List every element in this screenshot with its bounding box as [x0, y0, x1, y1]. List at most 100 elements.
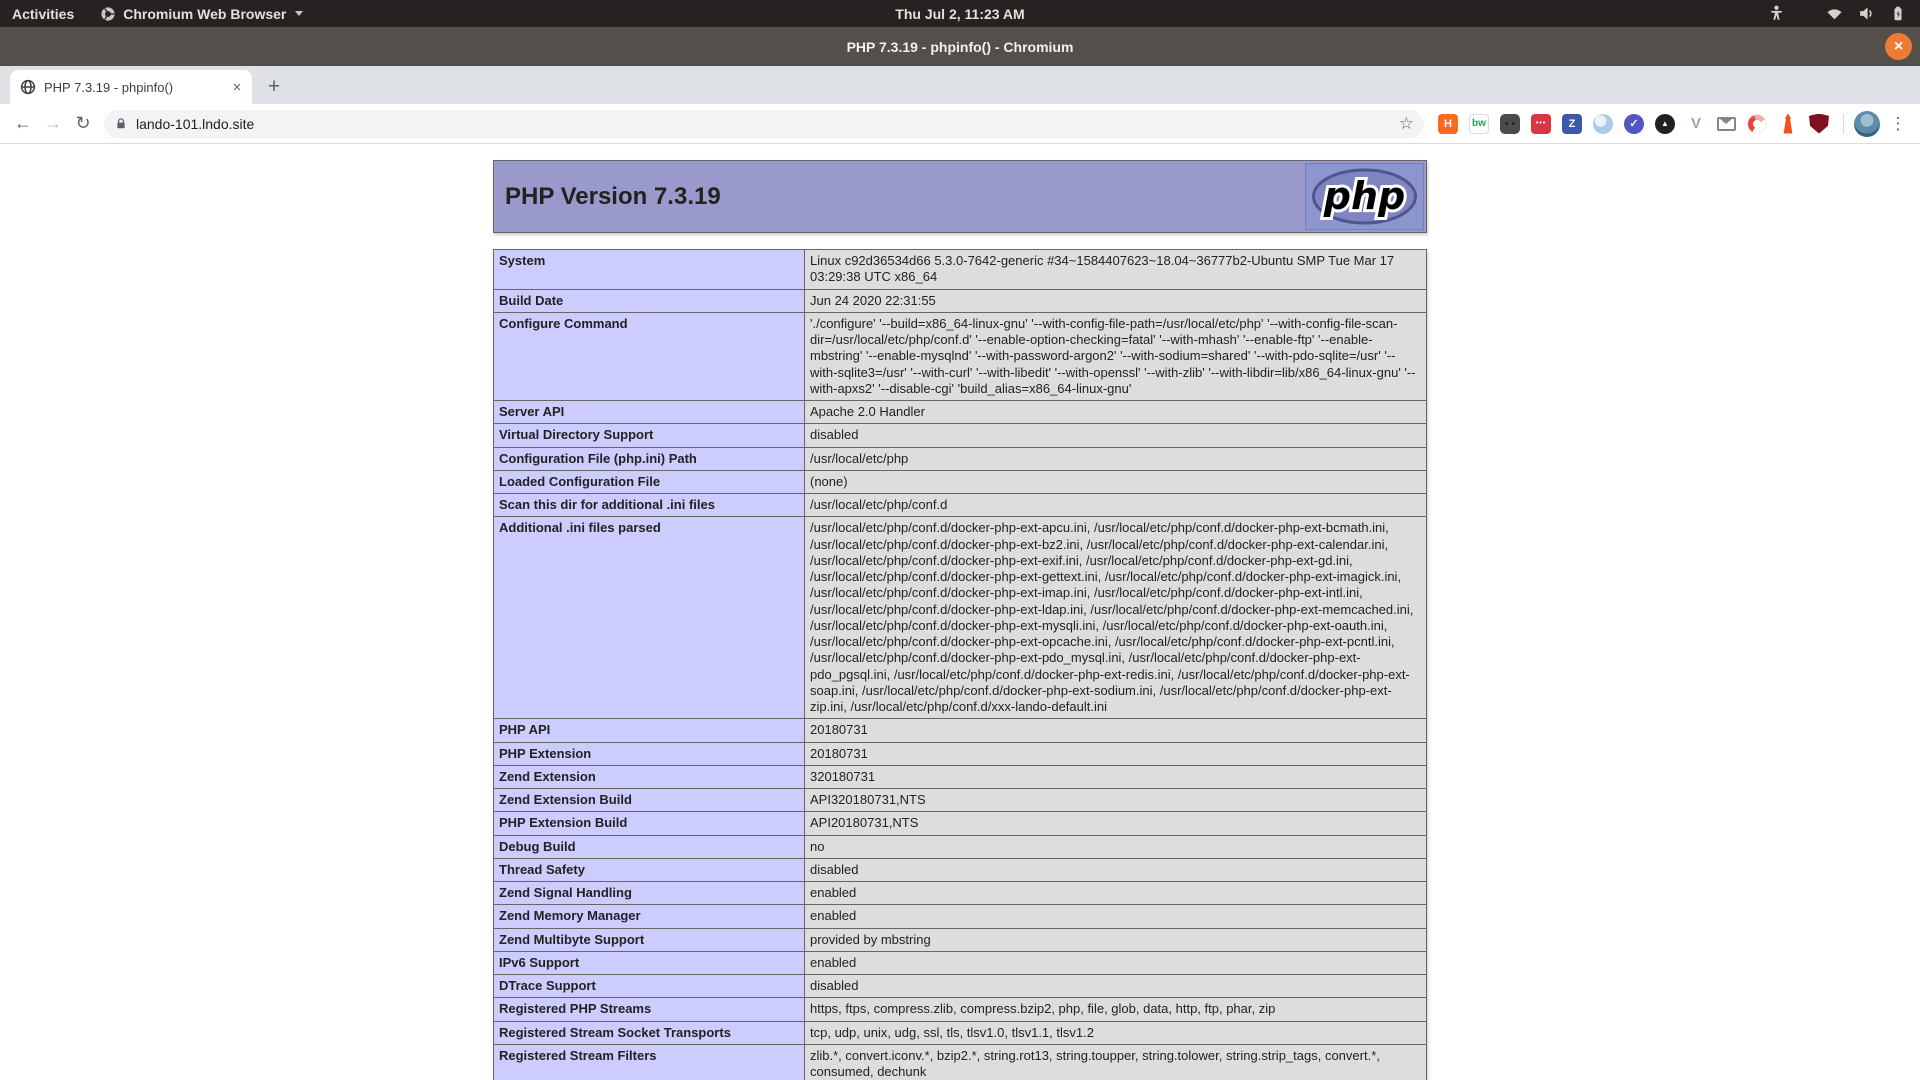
info-row-value: enabled [805, 882, 1427, 905]
info-row-value: /usr/local/etc/php/conf.d [805, 494, 1427, 517]
info-row-value: https, ftps, compress.zlib, compress.bzi… [805, 998, 1427, 1021]
table-row: Server API Apache 2.0 Handler [494, 401, 1427, 424]
info-row-value: /usr/local/etc/php/conf.d/docker-php-ext… [805, 517, 1427, 719]
info-row-label: Build Date [494, 289, 805, 312]
info-row-value: (none) [805, 470, 1427, 493]
info-row-value: Apache 2.0 Handler [805, 401, 1427, 424]
info-row-label: Registered PHP Streams [494, 998, 805, 1021]
info-row-label: Server API [494, 401, 805, 424]
profile-avatar[interactable] [1854, 111, 1880, 137]
lock-icon[interactable] [114, 116, 128, 131]
extensions-row: Hbw ••• Z ✓ ▲ V [1430, 114, 1837, 134]
accessibility-icon[interactable] [1768, 5, 1785, 22]
table-row: Registered PHP Streams https, ftps, comp… [494, 998, 1427, 1021]
php-logo: php [1305, 163, 1424, 230]
reload-button[interactable]: ↻ [68, 109, 98, 139]
tab-phpinfo[interactable]: PHP 7.3.19 - phpinfo() × [10, 70, 252, 104]
info-row-value: Jun 24 2020 22:31:55 [805, 289, 1427, 312]
info-row-value: /usr/local/etc/php [805, 447, 1427, 470]
extension-h-orange-icon[interactable]: H [1438, 114, 1458, 134]
chromium-logo-icon [100, 6, 116, 22]
info-row-label: Virtual Directory Support [494, 424, 805, 447]
window-titlebar[interactable]: PHP 7.3.19 - phpinfo() - Chromium × [0, 27, 1920, 66]
tab-strip: PHP 7.3.19 - phpinfo() × + [0, 66, 1920, 104]
info-row-label: Debug Build [494, 835, 805, 858]
info-row-value: disabled [805, 975, 1427, 998]
table-row: Virtual Directory Support disabled [494, 424, 1427, 447]
info-row-label: Scan this dir for additional .ini files [494, 494, 805, 517]
toolbar-divider [1843, 114, 1844, 134]
activities-button[interactable]: Activities [12, 6, 74, 22]
extension-purple-check-icon[interactable]: ✓ [1624, 114, 1644, 134]
volume-icon[interactable] [1858, 5, 1875, 22]
back-button[interactable]: ← [8, 109, 38, 139]
table-row: Scan this dir for additional .ini files … [494, 494, 1427, 517]
info-row-value: provided by mbstring [805, 928, 1427, 951]
forward-button[interactable]: → [38, 109, 68, 139]
clock-button[interactable]: Thu Jul 2, 11:23 AM [895, 6, 1024, 22]
table-row: Zend Multibyte Support provided by mbstr… [494, 928, 1427, 951]
address-bar[interactable]: lando-101.lndo.site ☆ [104, 110, 1424, 138]
info-row-value: 320180731 [805, 765, 1427, 788]
url-text[interactable]: lando-101.lndo.site [136, 116, 1391, 132]
extension-blue-z-icon[interactable]: Z [1562, 114, 1582, 134]
app-menu-button[interactable]: Chromium Web Browser [100, 6, 303, 22]
extension-lighthouse-icon[interactable] [1778, 114, 1798, 134]
table-row: Zend Memory Manager enabled [494, 905, 1427, 928]
table-row: Debug Build no [494, 835, 1427, 858]
info-row-label: Configuration File (php.ini) Path [494, 447, 805, 470]
extension-bw-green-icon[interactable]: bw [1469, 114, 1489, 134]
info-row-value: API20180731,NTS [805, 812, 1427, 835]
info-row-label: Loaded Configuration File [494, 470, 805, 493]
extension-blue-swirl-icon[interactable] [1593, 114, 1613, 134]
info-row-value: no [805, 835, 1427, 858]
globe-favicon-icon [20, 79, 36, 95]
info-row-label: Additional .ini files parsed [494, 517, 805, 719]
table-row: Thread Safety disabled [494, 858, 1427, 881]
table-row: Additional .ini files parsed /usr/local/… [494, 517, 1427, 719]
info-row-label: Zend Signal Handling [494, 882, 805, 905]
info-row-value: 20180731 [805, 742, 1427, 765]
info-row-value: zlib.*, convert.iconv.*, bzip2.*, string… [805, 1044, 1427, 1080]
php-info-table-body: System Linux c92d36534d66 5.3.0-7642-gen… [494, 250, 1427, 1080]
tab-close-button[interactable]: × [228, 78, 246, 96]
info-row-value: Linux c92d36534d66 5.3.0-7642-generic #3… [805, 250, 1427, 290]
info-row-label: Thread Safety [494, 858, 805, 881]
page-viewport[interactable]: PHP Version 7.3.19 php System Linux c92d… [0, 144, 1920, 1080]
info-row-value: enabled [805, 905, 1427, 928]
extension-shield-icon[interactable] [1809, 114, 1829, 134]
battery-icon[interactable] [1890, 5, 1906, 22]
info-row-label: System [494, 250, 805, 290]
info-row-label: Zend Extension Build [494, 789, 805, 812]
phpinfo-content: PHP Version 7.3.19 php System Linux c92d… [493, 160, 1427, 1080]
php-logo-text: php [1323, 174, 1405, 218]
browser-menu-button[interactable]: ⋮ [1884, 114, 1912, 134]
info-row-label: Zend Extension [494, 765, 805, 788]
table-row: Zend Signal Handling enabled [494, 882, 1427, 905]
wifi-icon[interactable] [1826, 5, 1843, 22]
activities-label: Activities [12, 6, 74, 22]
table-row: Build Date Jun 24 2020 22:31:55 [494, 289, 1427, 312]
info-row-value: 20180731 [805, 719, 1427, 742]
gnome-top-panel: Activities Chromium Web Browser Thu Jul … [0, 0, 1920, 27]
extension-mail-icon[interactable] [1717, 117, 1736, 131]
extension-dark-bug-icon[interactable] [1500, 114, 1520, 134]
info-row-label: Zend Multibyte Support [494, 928, 805, 951]
table-row: PHP Extension 20180731 [494, 742, 1427, 765]
extension-red-swirl-icon[interactable] [1747, 114, 1767, 134]
app-menu-label: Chromium Web Browser [123, 6, 286, 22]
extension-gray-v-icon[interactable]: V [1686, 114, 1706, 134]
chevron-down-icon [295, 11, 303, 16]
info-row-label: Zend Memory Manager [494, 905, 805, 928]
new-tab-button[interactable]: + [260, 73, 288, 101]
table-row: System Linux c92d36534d66 5.3.0-7642-gen… [494, 250, 1427, 290]
extension-red-dots-icon[interactable]: ••• [1531, 114, 1551, 134]
window-close-button[interactable]: × [1885, 33, 1912, 60]
tab-title: PHP 7.3.19 - phpinfo() [44, 80, 220, 95]
bookmark-star-icon[interactable]: ☆ [1399, 115, 1414, 132]
table-row: Loaded Configuration File (none) [494, 470, 1427, 493]
extension-black-flame-icon[interactable]: ▲ [1655, 114, 1675, 134]
table-row: Zend Extension 320180731 [494, 765, 1427, 788]
info-row-label: IPv6 Support [494, 951, 805, 974]
info-row-label: Registered Stream Socket Transports [494, 1021, 805, 1044]
